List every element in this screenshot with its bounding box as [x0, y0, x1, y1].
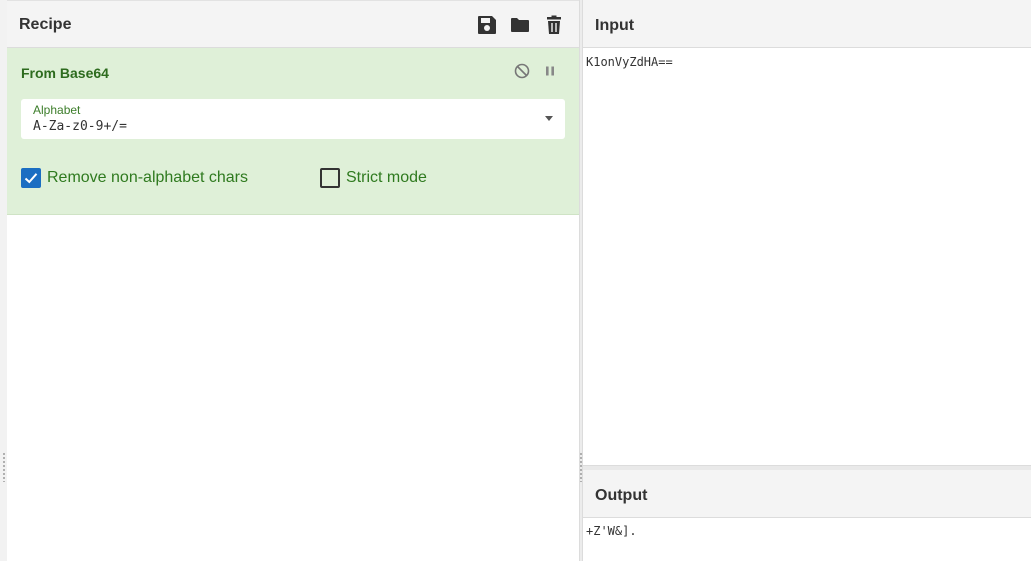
checkbox-checked[interactable]	[21, 168, 41, 188]
output-text[interactable]: +Z'W&].	[586, 524, 637, 538]
output-header: Output	[583, 470, 1031, 518]
output-title: Output	[595, 487, 648, 504]
recipe-title: Recipe	[19, 16, 72, 33]
input-textarea[interactable]: K1onVyZdHA==	[586, 55, 673, 69]
recipe-header: Recipe	[7, 0, 579, 48]
checkbox-unchecked[interactable]	[320, 168, 340, 188]
alphabet-value: A-Za-z0-9+/=	[33, 119, 127, 134]
save-icon[interactable]	[476, 14, 498, 36]
chevron-down-icon	[545, 116, 553, 121]
gutter-grip[interactable]	[3, 452, 5, 482]
operation-from-base64[interactable]: From Base64 Alphabet A-Za-z0-9+/= Remove…	[7, 48, 579, 215]
strict-mode-label: Strict mode	[346, 169, 427, 186]
input-header: Input	[583, 0, 1031, 48]
operation-title: From Base64	[21, 65, 109, 81]
output-pane: Output +Z'W&].	[583, 470, 1031, 561]
splitter-grip[interactable]	[580, 452, 582, 482]
input-title: Input	[595, 17, 635, 34]
cyberchef-app: Recipe From Base64 Alphabet A-Za-z0-9+/=…	[0, 0, 1031, 561]
alphabet-select[interactable]: Alphabet A-Za-z0-9+/=	[21, 99, 565, 139]
folder-icon[interactable]	[509, 14, 531, 36]
pause-icon[interactable]	[541, 62, 559, 80]
remove-non-alphabet-label: Remove non-alphabet chars	[47, 169, 249, 186]
trash-icon[interactable]	[543, 14, 565, 36]
check-icon	[24, 173, 38, 184]
disable-icon[interactable]	[513, 62, 531, 80]
alphabet-label: Alphabet	[33, 103, 81, 117]
recipe-panel: Recipe From Base64 Alphabet A-Za-z0-9+/=…	[7, 0, 579, 561]
input-pane: Input K1onVyZdHA==	[583, 0, 1031, 465]
